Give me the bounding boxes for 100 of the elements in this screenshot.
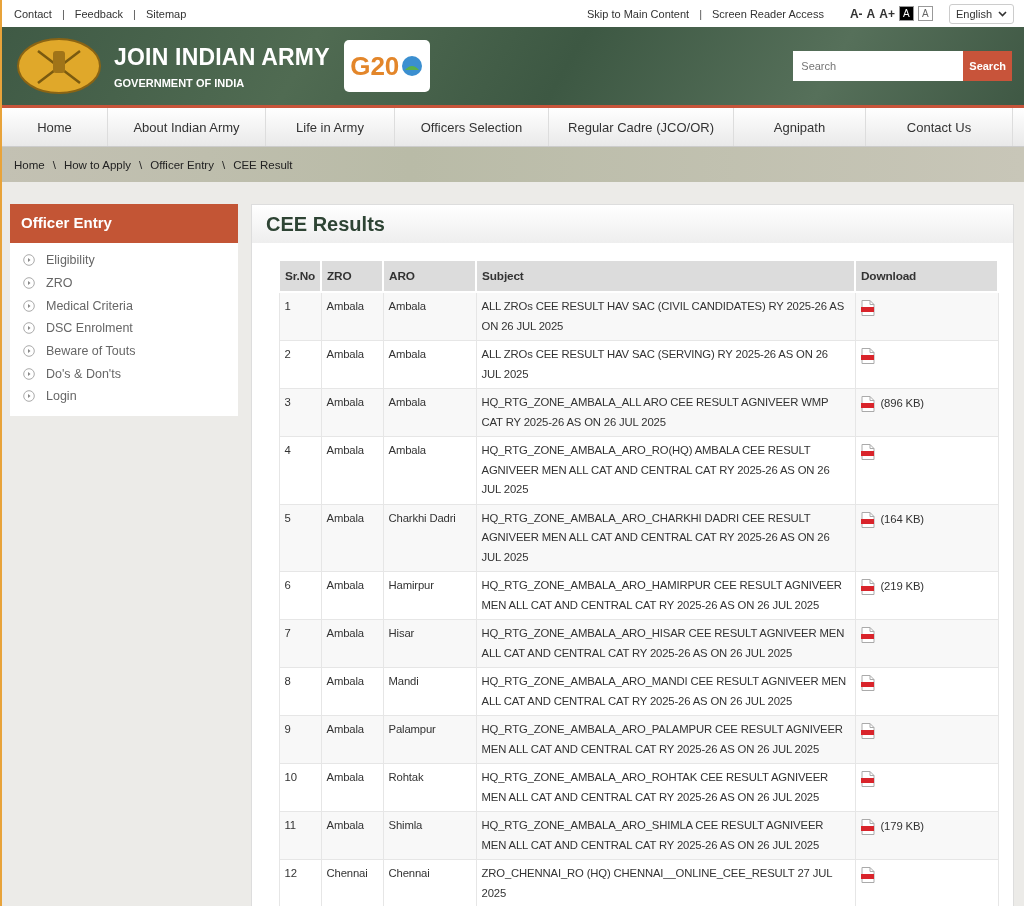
sidebar-link[interactable]: Medical Criteria <box>46 298 133 313</box>
column-header: Download <box>855 260 998 292</box>
table-cell: Ambala <box>383 340 477 389</box>
nav-item[interactable]: Regular Cadre (JCO/OR) <box>549 108 734 146</box>
separator: \ <box>221 158 226 171</box>
top-link[interactable]: Sitemap <box>145 7 187 20</box>
table-cell: HQ_RTG_ZONE_AMBALA_ARO_SHIMLA CEE RESULT AGNIVEER MEN ALL CAT AND CENTRAL CAT RY 2025-26 AS ON 26 JUL 2025 <box>476 811 855 860</box>
pdf-file-icon[interactable] <box>860 819 875 835</box>
table-cell: Hisar <box>383 619 477 668</box>
table-cell: 4 <box>279 436 322 504</box>
breadcrumb-link[interactable]: CEE Result <box>233 158 293 171</box>
sidebar-link[interactable]: DSC Enrolment <box>46 321 133 336</box>
nav-item[interactable]: Officers Selection <box>395 108 549 146</box>
separator: \ <box>139 158 143 171</box>
table-cell: 7 <box>279 619 322 668</box>
pdf-file-icon[interactable] <box>860 444 875 460</box>
table-cell: 10 <box>279 763 322 812</box>
file-size: (179 KB) <box>880 819 924 833</box>
nav-item[interactable]: Contact Us <box>866 108 1013 146</box>
column-header: ZRO <box>321 260 384 292</box>
sidebar-link[interactable]: Beware of Touts <box>46 344 136 359</box>
table-cell: Ambala <box>321 504 384 572</box>
search-button[interactable]: Search <box>963 51 1012 81</box>
table-cell: 8 <box>279 667 322 716</box>
nav-item[interactable]: About Indian Army <box>108 108 266 146</box>
font-size-button[interactable]: A <box>866 6 876 21</box>
nav-item[interactable]: Agnipath <box>734 108 866 146</box>
table-cell: HQ_RTG_ZONE_AMBALA_ARO_ROHTAK CEE RESULT AGNIVEER MEN ALL CAT AND CENTRAL CAT RY 2025-26 AS ON 26 JUL 2025 <box>476 763 855 812</box>
pdf-file-icon[interactable] <box>860 300 875 316</box>
table-cell: Hamirpur <box>383 571 477 620</box>
table-cell: Charkhi Dadri <box>383 504 477 572</box>
table-cell: 2 <box>279 340 322 389</box>
file-size: (896 KB) <box>880 396 924 410</box>
table-cell: Ambala <box>321 811 384 860</box>
pdf-file-icon[interactable] <box>860 348 875 364</box>
table-cell: 1 <box>279 292 322 341</box>
top-link[interactable]: Feedback <box>74 7 124 20</box>
pdf-file-icon[interactable] <box>860 675 875 691</box>
pdf-file-icon[interactable] <box>860 511 875 528</box>
separator: | <box>61 7 65 20</box>
font-size-button[interactable]: A- <box>849 6 863 21</box>
file-size: (219 KB) <box>880 579 924 593</box>
separator: | <box>133 7 136 20</box>
separator: \ <box>52 158 56 171</box>
column-header: Sr.No <box>279 260 322 292</box>
table-cell: HQ_RTG_ZONE_AMBALA_ARO_MANDI CEE RESULT AGNIVEER MEN ALL CAT AND CENTRAL CAT RY 2025-26 AS ON 26 JUL 2025 <box>476 667 855 716</box>
table-cell: Ambala <box>321 340 384 389</box>
sidebar-link[interactable]: ZRO <box>46 276 73 291</box>
table-cell: Ambala <box>321 667 384 716</box>
table-cell: HQ_RTG_ZONE_AMBALA_ARO_RO(HQ) AMBALA CEE RESULT AGNIVEER MEN ALL CAT AND CENTRAL CAT RY 2025-26 AS ON 26 JUL 2025 <box>476 436 855 504</box>
table-cell: HQ_RTG_ZONE_AMBALA_ALL ARO CEE RESULT AGNIVEER WMP CAT RY 2025-26 AS ON 26 JUL 2025 <box>476 388 855 437</box>
pdf-file-icon[interactable] <box>860 396 875 412</box>
sidebar-link[interactable]: Login <box>46 389 77 404</box>
contrast-button[interactable]: A <box>898 6 914 21</box>
font-size-button[interactable]: A+ <box>879 6 895 21</box>
table-cell: Ambala <box>321 715 384 764</box>
table-cell: Mandi <box>383 667 477 716</box>
table-cell: 6 <box>279 571 322 620</box>
breadcrumb-link[interactable]: Home <box>14 158 45 171</box>
table-cell: 5 <box>279 504 322 572</box>
language-select[interactable]: English <box>948 3 1014 24</box>
table-cell: Ambala <box>321 292 384 341</box>
top-link[interactable]: Contact <box>14 7 52 20</box>
sidebar-title: Officer Entry <box>10 204 238 243</box>
search-field[interactable]: Search <box>793 51 964 81</box>
pdf-file-icon[interactable] <box>860 627 875 643</box>
breadcrumb-link[interactable]: How to Apply <box>63 158 131 171</box>
chevron-down-icon <box>998 10 1007 17</box>
site-subtitle: GOVERNMENT OF INDIA <box>114 76 246 89</box>
table-cell: Ambala <box>383 436 477 504</box>
access-link[interactable]: Screen Reader Access <box>712 7 824 20</box>
table-cell: ALL ZROs CEE RESULT HAV SAC (CIVIL CANDIDATES) RY 2025-26 AS ON 26 JUL 2025 <box>476 292 855 341</box>
nav-item[interactable]: Life in Army <box>266 108 395 146</box>
breadcrumb-link[interactable]: Officer Entry <box>150 158 214 171</box>
table-cell: Rohtak <box>383 763 477 812</box>
sidebar-link[interactable]: Eligibility <box>46 253 95 268</box>
table-cell: Ambala <box>321 619 384 668</box>
pdf-file-icon[interactable] <box>860 867 875 883</box>
table-cell: 9 <box>279 715 322 764</box>
g20-logo: G20 <box>343 40 430 92</box>
table-cell: Ambala <box>321 388 384 437</box>
table-cell: Ambala <box>321 436 384 504</box>
table-cell: ALL ZROs CEE RESULT HAV SAC (SERVING) RY 2025-26 AS ON 26 JUL 2025 <box>476 340 855 389</box>
contrast-button[interactable]: A <box>917 6 933 21</box>
table-cell: Shimla <box>383 811 477 860</box>
access-link[interactable]: Skip to Main Content <box>587 7 690 20</box>
sidebar-link[interactable]: Do's & Don'ts <box>46 366 121 381</box>
table-cell: Ambala <box>383 292 477 341</box>
site-title: JOIN INDIAN ARMY <box>114 43 330 71</box>
pdf-file-icon[interactable] <box>860 771 875 787</box>
file-size: (164 KB) <box>880 511 924 526</box>
table-cell: 12 <box>279 859 322 906</box>
table-cell: HQ_RTG_ZONE_AMBALA_ARO_CHARKHI DADRI CEE RESULT AGNIVEER MEN ALL CAT AND CENTRAL CAT RY 2025-26 AS ON 26 JUL 2025 <box>476 504 855 572</box>
separator: | <box>699 7 702 20</box>
nav-item[interactable]: Home <box>2 108 108 146</box>
table-cell: HQ_RTG_ZONE_AMBALA_ARO_HISAR CEE RESULT AGNIVEER MEN ALL CAT AND CENTRAL CAT RY 2025-26 AS ON 26 JUL 2025 <box>476 619 855 668</box>
table-cell: HQ_RTG_ZONE_AMBALA_ARO_PALAMPUR CEE RESULT AGNIVEER MEN ALL CAT AND CENTRAL CAT RY 2025-26 AS ON 26 JUL 2025 <box>476 715 855 764</box>
table-cell: Ambala <box>321 763 384 812</box>
pdf-file-icon[interactable] <box>860 723 875 739</box>
pdf-file-icon[interactable] <box>860 579 875 595</box>
